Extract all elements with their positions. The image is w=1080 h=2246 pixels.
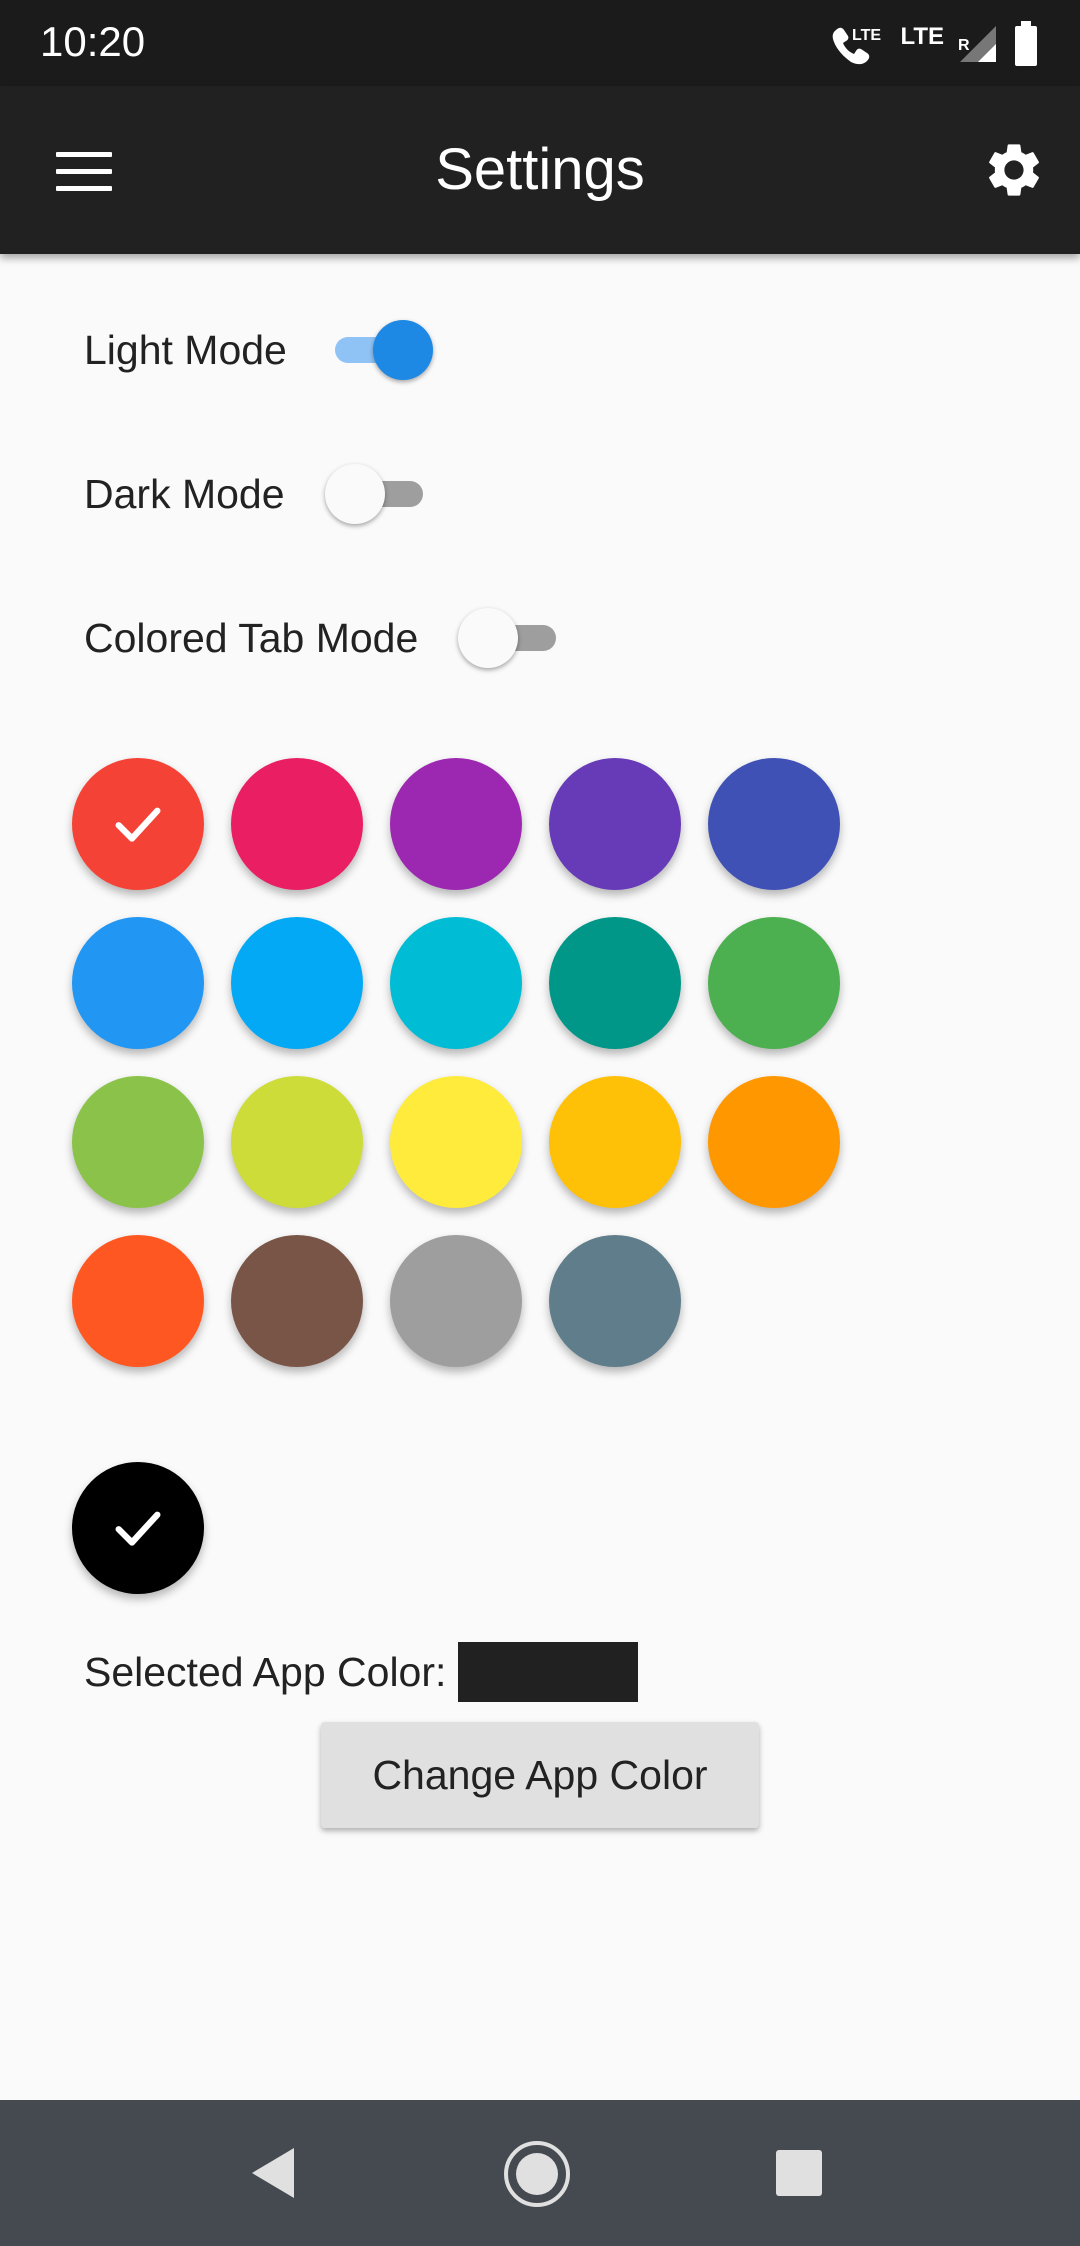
lte-label: LTE (852, 27, 881, 44)
color-swatch[interactable] (549, 1235, 681, 1367)
navigation-bar (0, 2100, 1080, 2246)
light-mode-switch[interactable] (327, 320, 433, 380)
home-icon[interactable] (503, 2140, 571, 2208)
colored-tab-mode-switch[interactable] (458, 608, 564, 668)
color-swatch[interactable] (231, 1235, 363, 1367)
lte-icon: LTE (900, 23, 944, 50)
back-icon[interactable] (248, 2146, 298, 2200)
dark-mode-label: Dark Mode (84, 470, 285, 517)
color-swatch[interactable] (390, 1235, 522, 1367)
page-title: Settings (435, 137, 645, 202)
status-bar: 10:20 LTE LTE R (0, 0, 1080, 86)
color-swatch[interactable] (549, 758, 681, 890)
color-swatch[interactable] (708, 758, 840, 890)
color-swatch[interactable] (72, 758, 204, 890)
color-swatch[interactable] (708, 917, 840, 1049)
selected-app-color-label: Selected App Color: (84, 1648, 447, 1695)
color-swatch[interactable] (231, 758, 363, 890)
dark-mode-row: Dark Mode (84, 454, 431, 534)
check-icon (115, 1511, 161, 1546)
switch-thumb (372, 320, 433, 380)
color-swatch[interactable] (390, 758, 522, 890)
color-swatch[interactable] (708, 1076, 840, 1208)
status-time: 10:20 (40, 18, 146, 65)
color-swatch[interactable] (72, 917, 204, 1049)
recents-icon[interactable] (776, 2150, 822, 2196)
check-icon (115, 807, 161, 842)
app-bar: Settings (0, 86, 1080, 254)
light-mode-row: Light Mode (84, 310, 433, 390)
switch-thumb (458, 608, 519, 668)
colored-tab-mode-label: Colored Tab Mode (84, 614, 419, 661)
selected-color-preview (458, 1642, 639, 1702)
signal-roaming-icon: R (958, 26, 996, 62)
shade-swatch[interactable] (72, 1462, 204, 1594)
status-icons: LTE LTE R (830, 20, 1040, 68)
color-swatch[interactable] (390, 1076, 522, 1208)
dark-mode-switch[interactable] (324, 464, 431, 524)
selected-app-color-row: Selected App Color: (84, 1642, 639, 1702)
light-mode-label: Light Mode (84, 326, 287, 373)
color-swatch[interactable] (231, 1076, 363, 1208)
roaming-label: R (958, 37, 970, 54)
gear-icon[interactable] (982, 138, 1046, 202)
phone-lte-icon: LTE (833, 27, 882, 65)
switch-thumb (324, 464, 385, 524)
battery-icon (1015, 21, 1037, 66)
colored-tab-mode-row: Colored Tab Mode (84, 598, 564, 678)
color-swatch[interactable] (231, 917, 363, 1049)
color-swatch[interactable] (549, 917, 681, 1049)
change-app-color-button[interactable]: Change App Color (321, 1722, 759, 1828)
color-swatch[interactable] (72, 1235, 204, 1367)
color-swatch[interactable] (72, 1076, 204, 1208)
color-swatch[interactable] (390, 917, 522, 1049)
color-swatch[interactable] (549, 1076, 681, 1208)
